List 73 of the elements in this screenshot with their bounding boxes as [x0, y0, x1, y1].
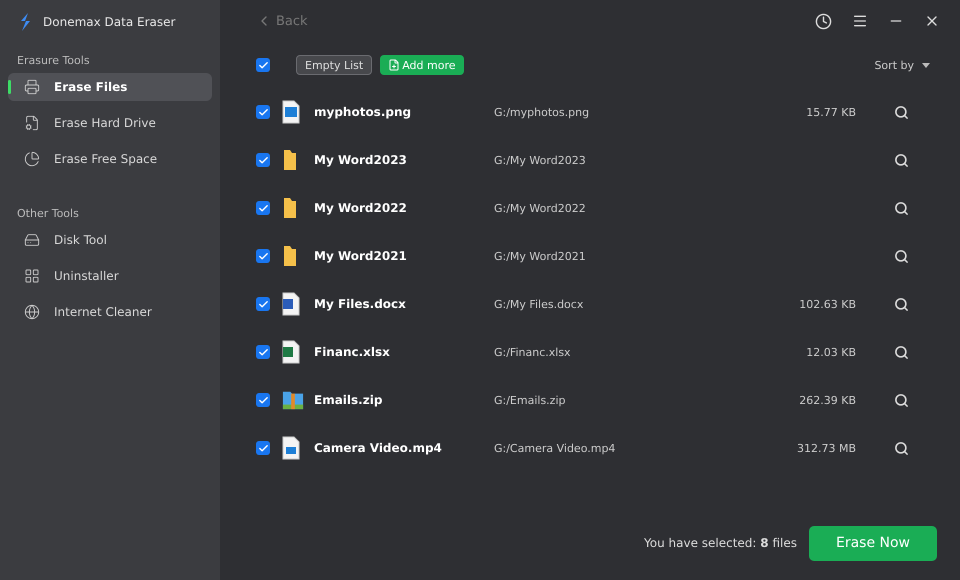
file-name: Financ.xlsx: [314, 345, 391, 359]
file-checkbox[interactable]: [256, 393, 270, 407]
checkmark-icon: [258, 154, 268, 166]
sort-dropdown[interactable]: Sort by: [874, 58, 940, 72]
empty-list-button[interactable]: Empty List: [296, 55, 372, 75]
checkmark-icon: [258, 394, 268, 406]
video-file-icon: [282, 436, 300, 460]
file-path: G:/Camera Video.mp4: [494, 442, 616, 454]
file-path: G:/My Word2021: [494, 250, 587, 262]
search-icon[interactable]: [894, 200, 909, 216]
file-size: 15.77 KB: [805, 106, 856, 118]
sidebar-item[interactable]: Erase Free Space: [8, 145, 212, 173]
search-icon[interactable]: [894, 440, 909, 456]
file-name: My Word2021: [314, 249, 408, 263]
file-size: 262.39 KB: [798, 394, 856, 406]
sidebar-item[interactable]: Internet Cleaner: [8, 298, 212, 326]
sidebar-item[interactable]: Disk Tool: [8, 226, 212, 254]
globe-icon: [24, 304, 40, 320]
file-path: G:/Financ.xlsx: [494, 346, 572, 358]
sidebar-item[interactable]: Erase Files: [8, 73, 212, 101]
file-size: 312.73 MB: [796, 442, 856, 454]
word-file-icon: [282, 292, 300, 316]
history-icon[interactable]: [815, 12, 832, 30]
checkmark-icon: [258, 202, 268, 214]
file-checkbox[interactable]: [256, 201, 270, 215]
selection-summary: You have selected: 8 files: [644, 536, 797, 550]
file-name: Camera Video.mp4: [314, 441, 443, 455]
menu-icon[interactable]: [852, 13, 868, 29]
search-icon[interactable]: [894, 296, 909, 312]
file-checkbox[interactable]: [256, 105, 270, 119]
pie-chart-icon: [24, 151, 40, 167]
grid-icon: [24, 268, 40, 284]
search-icon[interactable]: [894, 392, 909, 408]
search-icon[interactable]: [894, 344, 909, 360]
file-path: G:/My Word2022: [494, 202, 587, 214]
search-icon[interactable]: [894, 152, 909, 168]
file-checkbox[interactable]: [256, 153, 270, 167]
file-path: G:/myphotos.png: [494, 106, 590, 118]
sidebar-item[interactable]: Erase Hard Drive: [8, 109, 212, 137]
folder-icon: [282, 197, 298, 219]
excel-file-icon: [282, 340, 300, 364]
logo-icon: [19, 13, 31, 31]
file-checkbox[interactable]: [256, 297, 270, 311]
checkmark-icon: [258, 106, 268, 118]
file-name: Emails.zip: [314, 393, 384, 407]
file-path: G:/My Word2023: [494, 154, 587, 166]
select-all-checkbox[interactable]: [256, 58, 270, 72]
app-title: Donemax Data Eraser: [43, 15, 176, 29]
folder-icon: [282, 245, 298, 267]
image-file-icon: [282, 100, 300, 124]
checkmark-icon: [258, 298, 268, 310]
file-size: 12.03 KB: [805, 346, 856, 358]
file-plus-icon: [388, 59, 400, 71]
file-name: My Files.docx: [314, 297, 407, 311]
section-heading: Erasure Tools: [16, 54, 91, 67]
search-icon[interactable]: [894, 248, 909, 264]
file-path: G:/My Files.docx: [494, 298, 584, 310]
file-name: My Word2023: [314, 153, 408, 167]
file-name: My Word2022: [314, 201, 408, 215]
file-name: myphotos.png: [314, 105, 412, 119]
folder-icon: [282, 149, 298, 171]
file-path: G:/Emails.zip: [494, 394, 566, 406]
file-checkbox[interactable]: [256, 249, 270, 263]
checkmark-icon: [258, 250, 268, 262]
section-heading: Other Tools: [16, 207, 80, 220]
search-icon[interactable]: [894, 104, 909, 120]
file-size: 102.63 KB: [798, 298, 856, 310]
sidebar-item[interactable]: Uninstaller: [8, 262, 212, 290]
file-checkbox[interactable]: [256, 345, 270, 359]
checkmark-icon: [258, 442, 268, 454]
file-checkbox[interactable]: [256, 441, 270, 455]
checkmark-icon: [258, 346, 268, 358]
checkmark-icon: [258, 60, 268, 70]
